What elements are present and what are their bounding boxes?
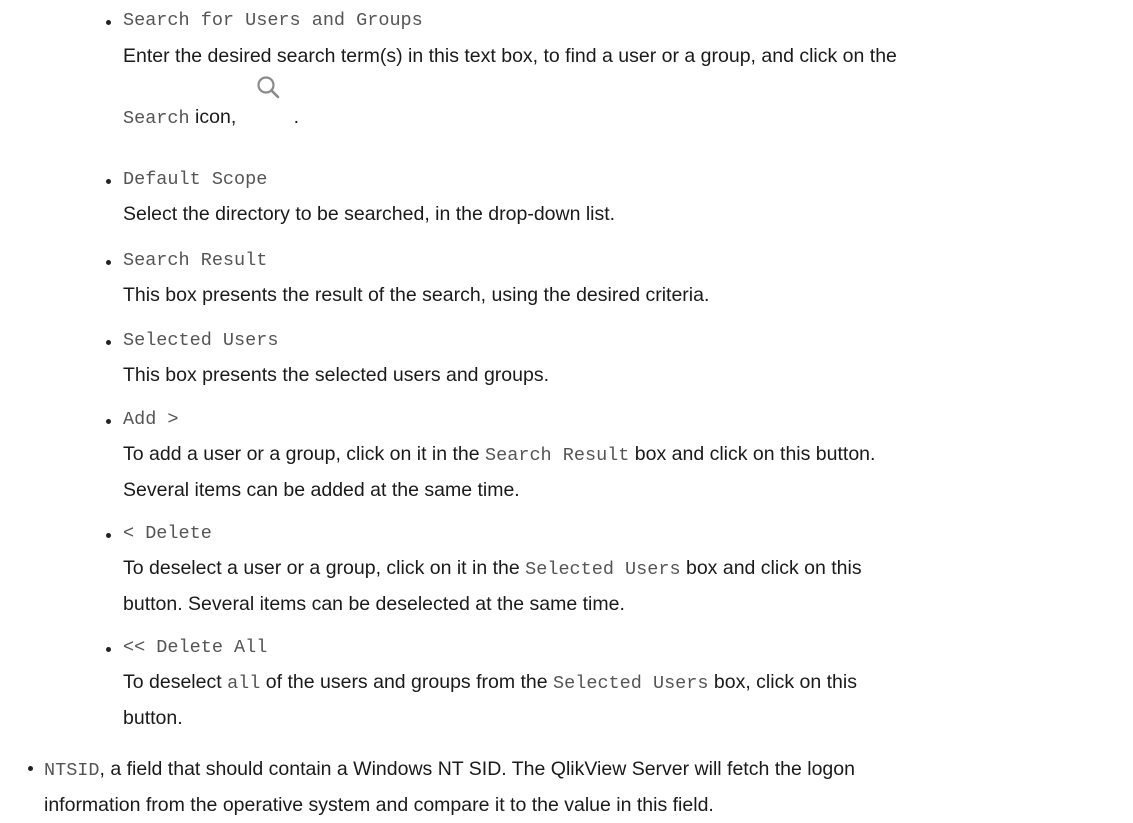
bullet: [106, 179, 111, 184]
list-item-ntsid: NTSID, a field that should contain a Win…: [28, 752, 1124, 822]
list-item-delete-all: << Delete All To deselect all of the use…: [106, 637, 1123, 735]
bullet: [28, 766, 33, 771]
item-description: To add a user or a group, click on it in…: [123, 437, 1123, 473]
item-term: Default Scope: [123, 169, 268, 190]
list-item-search-result: Search Result This box presents the resu…: [106, 250, 1123, 312]
item-term: Selected Users: [123, 330, 279, 351]
item-term: Add >: [123, 409, 179, 430]
description-text: To deselect: [123, 671, 228, 693]
search-icon-svg: [257, 76, 279, 99]
description-text: To add a user or a group, click on it in…: [123, 443, 486, 465]
item-description: Select the directory to be searched, in …: [123, 203, 616, 225]
ntsid-line2: information from the operative system an…: [44, 794, 714, 816]
list-item-selected-users: Selected Users This box presents the sel…: [106, 330, 1123, 392]
item-description: Enter the desired search term(s) in this…: [123, 39, 1123, 73]
description-text: icon,: [189, 106, 237, 128]
item-description: To deselect a user or a group, click on …: [123, 551, 1123, 587]
search-result-mono: Search Result: [485, 445, 630, 466]
list-item-add: Add > To add a user or a group, click on…: [106, 409, 1123, 507]
search-icon: [246, 76, 290, 123]
bullet: [106, 20, 111, 25]
item-description-line2: Several items can be added at the same t…: [123, 479, 520, 501]
description-text: of the users and groups from the: [260, 671, 554, 693]
description-text: To deselect a user or a group, click on …: [123, 557, 526, 579]
description-text: Enter the desired search term(s) in this…: [123, 45, 897, 67]
item-description: This box presents the selected users and…: [123, 364, 549, 386]
description-text: .: [293, 106, 300, 128]
description-text: box and click on this button.: [629, 443, 876, 465]
item-term: Search for Users and Groups: [123, 10, 423, 31]
list-item-search-for-users-and-groups: Search for Users and Groups Enter the de…: [106, 10, 1123, 136]
list-item-default-scope: Default Scope Select the directory to be…: [106, 169, 1123, 231]
all-mono: all: [227, 673, 261, 694]
item-term: << Delete All: [123, 637, 268, 658]
bullet: [106, 340, 111, 345]
item-description: This box presents the result of the sear…: [123, 284, 710, 306]
bullet: [106, 260, 111, 265]
search-term-mono: Search: [123, 108, 190, 129]
item-description-line2: Search icon, .: [123, 76, 1123, 136]
item-description-line2: button.: [123, 707, 183, 729]
bullet: [106, 647, 111, 652]
description-text: box, click on this: [708, 671, 857, 693]
item-term: Search Result: [123, 250, 268, 271]
bullet: [106, 533, 111, 538]
item-description-line2: button. Several items can be deselected …: [123, 593, 625, 615]
selected-users-mono: Selected Users: [525, 559, 681, 580]
bullet: [106, 419, 111, 424]
selected-users-mono: Selected Users: [553, 673, 709, 694]
description-text: box and click on this: [680, 557, 862, 579]
list-item-delete: < Delete To deselect a user or a group, …: [106, 523, 1123, 621]
item-description: To deselect all of the users and groups …: [123, 665, 1123, 701]
ntsid-term: NTSID: [44, 760, 100, 781]
item-term: < Delete: [123, 523, 212, 544]
ntsid-text: , a field that should contain a Windows …: [99, 758, 855, 780]
ntsid-line1: NTSID, a field that should contain a Win…: [44, 752, 1124, 788]
